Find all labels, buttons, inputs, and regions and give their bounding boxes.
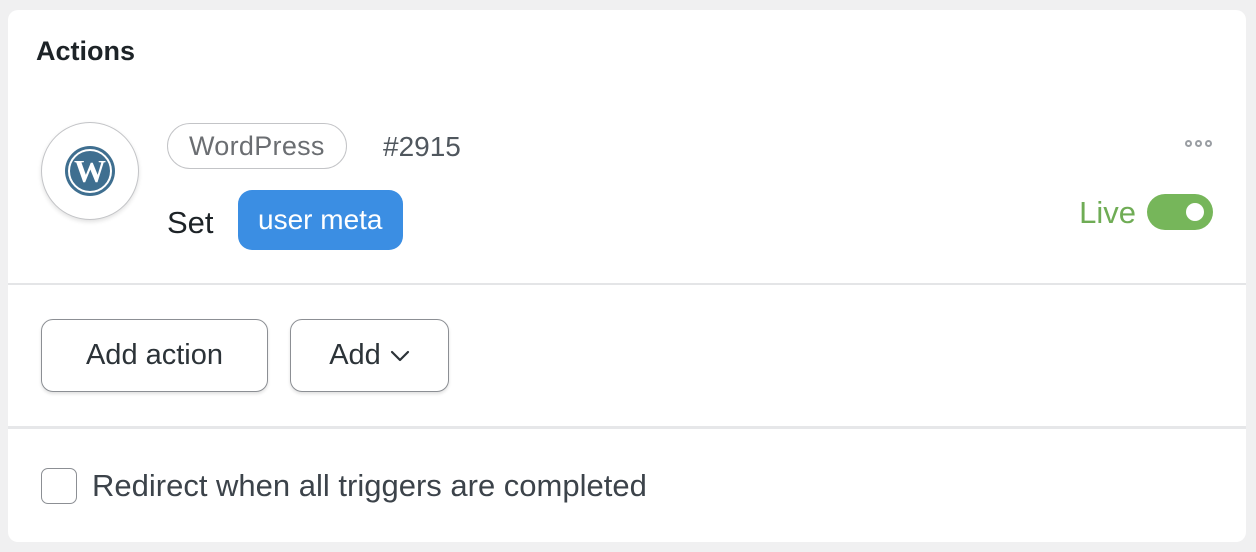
chevron-down-icon	[390, 350, 410, 362]
redirect-label[interactable]: Redirect when all triggers are completed	[92, 468, 647, 504]
actions-panel: Actions W WordPress #2915 Set user meta …	[8, 10, 1246, 542]
add-action-button[interactable]: Add action	[41, 319, 268, 392]
action-item[interactable]: W WordPress #2915 Set user meta Live	[8, 110, 1246, 284]
integration-badge: WordPress	[167, 123, 347, 169]
toggle-knob	[1186, 203, 1204, 221]
divider	[8, 426, 1246, 429]
add-dropdown-button[interactable]: Add	[290, 319, 449, 392]
panel-title: Actions	[36, 36, 136, 66]
live-status-label: Live	[1079, 195, 1136, 230]
redirect-option[interactable]: Redirect when all triggers are completed	[41, 468, 647, 504]
action-token-user-meta[interactable]: user meta	[238, 190, 403, 250]
wordpress-logo-icon: W	[41, 122, 139, 220]
action-id: #2915	[383, 131, 461, 162]
svg-text:W: W	[74, 153, 106, 189]
action-sentence-verb: Set	[167, 205, 214, 240]
redirect-checkbox[interactable]	[41, 468, 77, 504]
divider	[8, 283, 1246, 285]
add-action-label: Add action	[85, 339, 224, 371]
live-toggle[interactable]	[1147, 194, 1213, 230]
more-options-icon[interactable]	[1185, 140, 1212, 147]
add-label: Add	[329, 339, 381, 371]
